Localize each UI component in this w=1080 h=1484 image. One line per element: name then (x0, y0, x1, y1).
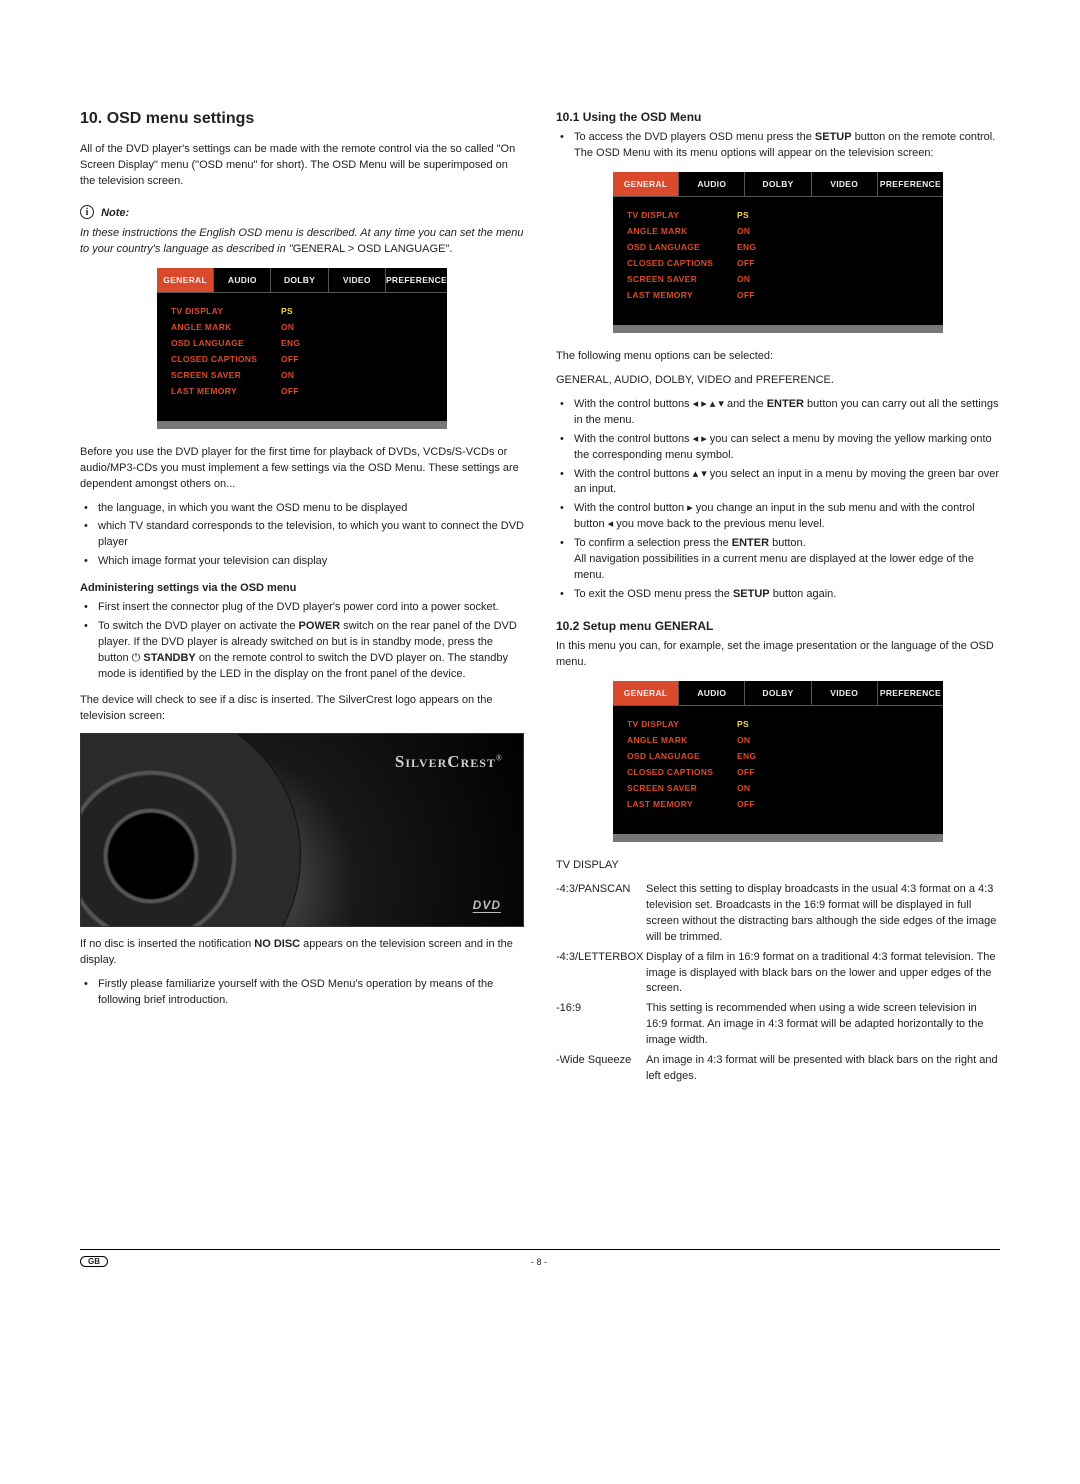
osd-tabs: GENERAL AUDIO DOLBY VIDEO PREFERENCE (613, 681, 943, 706)
splash-image: SSILVERCRESTilverCrest® DVD (80, 733, 524, 927)
note-heading: i Note: (80, 206, 524, 220)
list-item: To switch the DVD player on activate the… (98, 619, 524, 683)
page-footer: GB - 8 - (80, 1249, 1000, 1267)
disc-graphic (80, 733, 301, 927)
osd-body: TV DISPLAYPS ANGLE MARKON OSD LANGUAGEEN… (157, 293, 447, 405)
controls-list: With the control buttons ◂ ▸ ▴ ▾ and the… (556, 397, 1000, 603)
arrow-left-icon: ◂ (608, 518, 617, 530)
table-row: -16:9This setting is recommended when us… (556, 1001, 1000, 1049)
list-item: With the control buttons ◂ ▸ ▴ ▾ and the… (574, 397, 1000, 429)
before-use-paragraph: Before you use the DVD player for the fi… (80, 445, 524, 493)
intro-paragraph: All of the DVD player's settings can be … (80, 142, 524, 190)
standby-icon: ⏻ (132, 652, 144, 664)
familiarize-list: Firstly please familiarize yourself with… (80, 977, 524, 1009)
list-item: Firstly please familiarize yourself with… (98, 977, 524, 1009)
osd-panel: GENERAL AUDIO DOLBY VIDEO PREFERENCE TV … (613, 172, 943, 333)
device-check-paragraph: The device will check to see if a disc i… (80, 693, 524, 725)
h102-intro: In this menu you can, for example, set t… (556, 639, 1000, 671)
page-columns: 10. OSD menu settings All of the DVD pla… (80, 110, 1000, 1089)
osd-footer-bar (157, 421, 447, 429)
arrow-right-icon: ▸ (687, 502, 696, 514)
osd-tab-general: GENERAL (613, 681, 679, 705)
osd-tab-audio: AUDIO (214, 268, 271, 292)
table-row: -Wide SqueezeAn image in 4:3 format will… (556, 1053, 1000, 1085)
section-title: 10. OSD menu settings (80, 110, 524, 128)
osd-tab-audio: AUDIO (679, 681, 745, 705)
arrow-icons: ◂ ▸ (693, 433, 707, 445)
osd-tab-dolby: DOLBY (271, 268, 328, 292)
osd-body: TV DISPLAYPS ANGLE MARKON OSD LANGUAGEEN… (613, 706, 943, 818)
osd-panel: GENERAL AUDIO DOLBY VIDEO PREFERENCE TV … (613, 681, 943, 842)
tv-display-table: -4:3/PANSCANSelect this setting to displ… (556, 882, 1000, 1085)
admin-heading: Administering settings via the OSD menu (80, 582, 524, 594)
osd-footer-bar (613, 325, 943, 333)
list-item: With the control buttons ▴ ▾ you select … (574, 467, 1000, 499)
list-item: With the control button ▸ you change an … (574, 501, 1000, 533)
osd-tab-general: GENERAL (157, 268, 214, 292)
access-list: To access the DVD players OSD menu press… (556, 130, 1000, 162)
table-row: -4:3/PANSCANSelect this setting to displ… (556, 882, 1000, 946)
osd-tab-preference: PREFERENCE (878, 681, 943, 705)
silvercrest-logo: SSILVERCRESTilverCrest® (395, 752, 503, 772)
list-item: which TV standard corresponds to the tel… (98, 519, 524, 551)
no-disc-paragraph: If no disc is inserted the notification … (80, 937, 524, 969)
info-icon: i (80, 205, 94, 219)
osd-panel: GENERAL AUDIO DOLBY VIDEO PREFERENCE TV … (157, 268, 447, 429)
osd-tabs: GENERAL AUDIO DOLBY VIDEO PREFERENCE (157, 268, 447, 293)
list-item: First insert the connector plug of the D… (98, 600, 524, 616)
depends-list: the language, in which you want the OSD … (80, 501, 524, 571)
heading-10-2: 10.2 Setup menu GENERAL (556, 619, 1000, 633)
left-column: 10. OSD menu settings All of the DVD pla… (80, 110, 524, 1089)
list-item: To exit the OSD menu press the SETUP but… (574, 587, 1000, 603)
arrow-icons: ◂ ▸ ▴ ▾ (693, 398, 724, 410)
tv-display-head: TV DISPLAY (556, 858, 1000, 874)
osd-tab-general: GENERAL (613, 172, 679, 196)
osd-tab-preference: PREFERENCE (878, 172, 943, 196)
right-column: 10.1 Using the OSD Menu To access the DV… (556, 110, 1000, 1089)
table-row: -4:3/LETTERBOXDisplay of a film in 16:9 … (556, 950, 1000, 998)
list-item: To confirm a selection press the ENTER b… (574, 536, 1000, 584)
page-number: - 8 - (531, 1257, 547, 1267)
list-item: Which image format your television can d… (98, 554, 524, 570)
osd-body: TV DISPLAYPS ANGLE MARKON OSD LANGUAGEEN… (613, 197, 943, 309)
osd-tabs: GENERAL AUDIO DOLBY VIDEO PREFERENCE (613, 172, 943, 197)
osd-tab-preference: PREFERENCE (386, 268, 447, 292)
osd-tab-dolby: DOLBY (745, 172, 811, 196)
osd-tab-video: VIDEO (812, 172, 878, 196)
arrow-icons: ▴ ▾ (693, 468, 707, 480)
list-item: To access the DVD players OSD menu press… (574, 130, 1000, 162)
admin-list: First insert the connector plug of the D… (80, 600, 524, 683)
note-body: In these instructions the English OSD me… (80, 226, 524, 258)
footer-rule (80, 1249, 1000, 1250)
osd-tab-video: VIDEO (812, 681, 878, 705)
osd-tab-audio: AUDIO (679, 172, 745, 196)
list-item: With the control buttons ◂ ▸ you can sel… (574, 432, 1000, 464)
region-badge: GB (80, 1256, 108, 1267)
note-label: Note: (101, 207, 129, 219)
follow-line: The following menu options can be select… (556, 349, 1000, 365)
heading-10-1: 10.1 Using the OSD Menu (556, 110, 1000, 124)
osd-tab-dolby: DOLBY (745, 681, 811, 705)
menu-names: GENERAL, AUDIO, DOLBY, VIDEO and PREFERE… (556, 373, 1000, 389)
dvd-logo: DVD (473, 898, 501, 912)
osd-footer-bar (613, 834, 943, 842)
list-item: the language, in which you want the OSD … (98, 501, 524, 517)
osd-tab-video: VIDEO (329, 268, 386, 292)
